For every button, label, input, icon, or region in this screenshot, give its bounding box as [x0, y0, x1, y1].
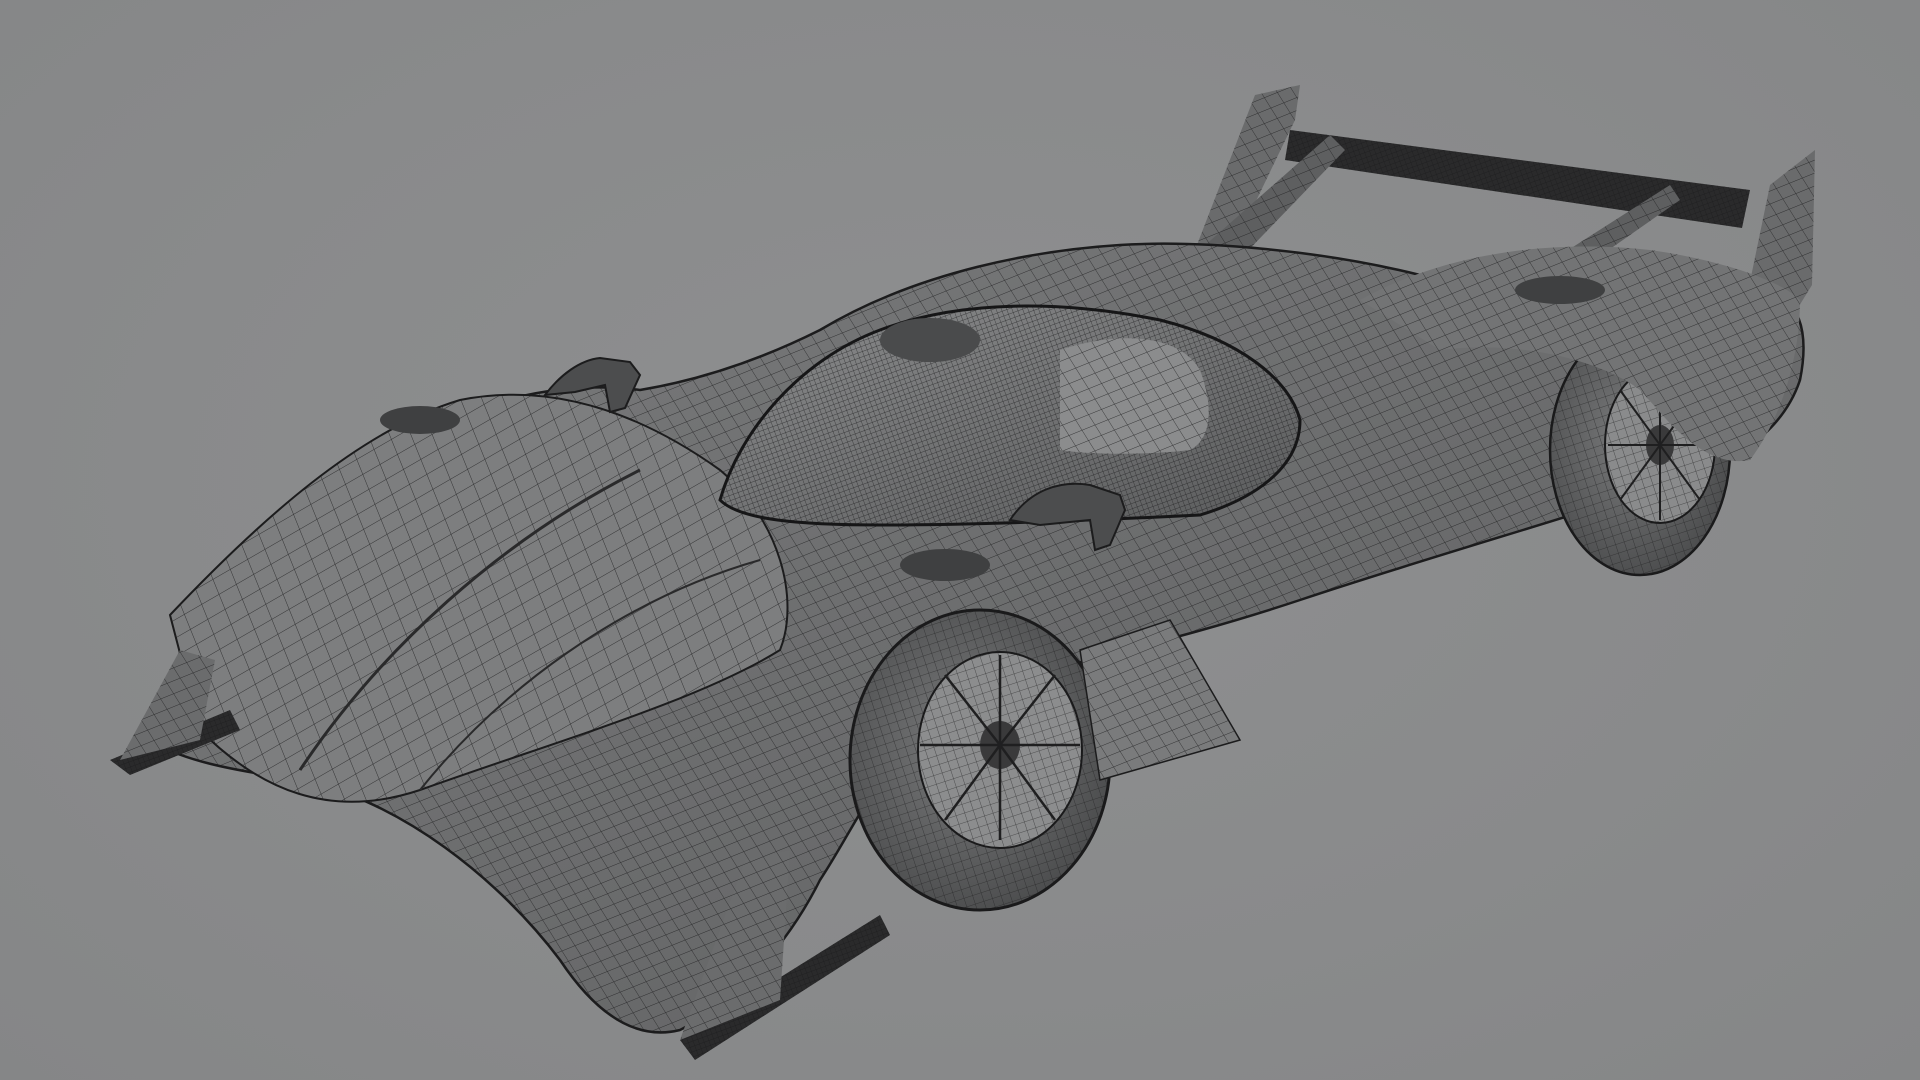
front-wheel — [848, 608, 1112, 912]
side-flap — [1079, 619, 1242, 781]
car-render — [110, 85, 1815, 1060]
render-viewport — [0, 0, 1920, 1080]
